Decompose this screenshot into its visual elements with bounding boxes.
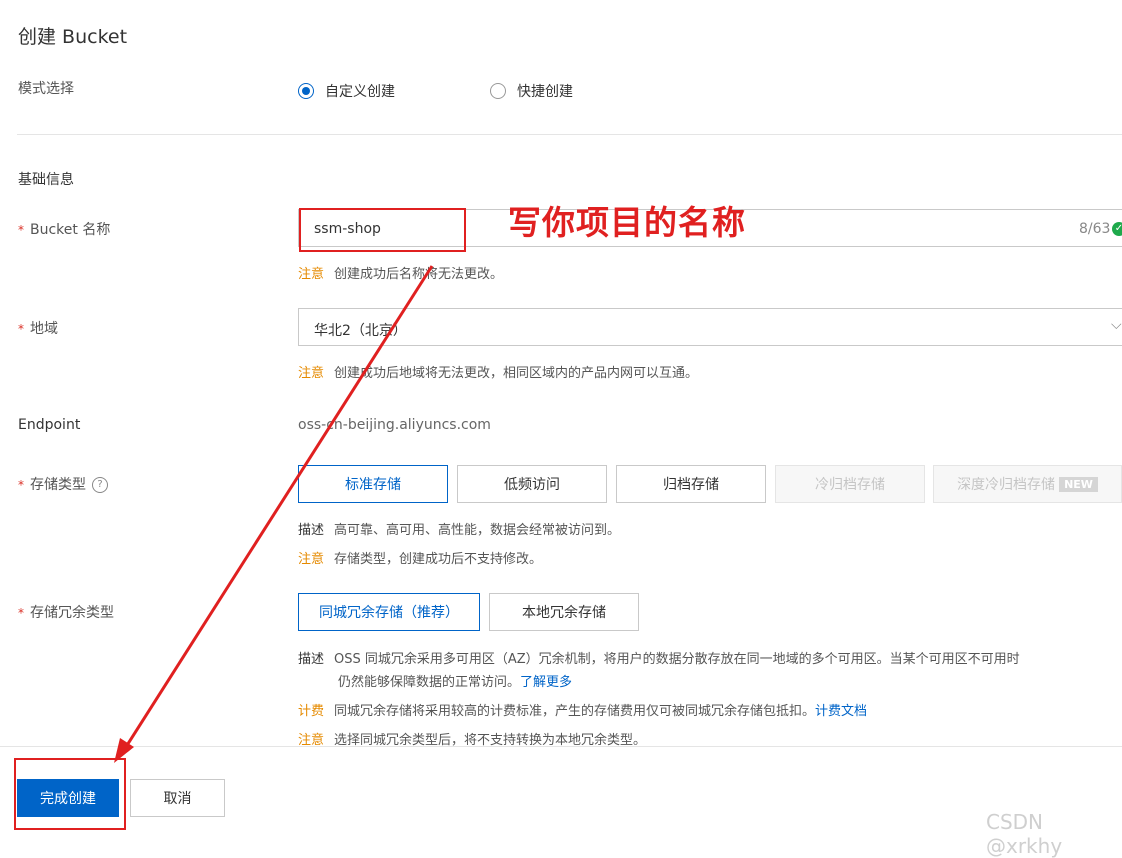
chevron-down-icon: ⌵	[1111, 317, 1122, 333]
region-value: 华北2（北京）	[314, 323, 407, 339]
storage-option-deep-cold-archive: 深度冷归档存储 NEW	[933, 465, 1122, 503]
annotation-box-name	[299, 208, 466, 252]
redundancy-option-zrs[interactable]: 同城冗余存储（推荐）	[298, 593, 480, 631]
radio-custom-create[interactable]: 自定义创建	[298, 81, 395, 101]
learn-more-link[interactable]: 了解更多	[520, 675, 572, 690]
check-circle-icon: ✓	[1112, 222, 1122, 236]
radio-custom-label: 自定义创建	[325, 84, 395, 100]
redundancy-billing: 计费 同城冗余存储将采用较高的计费标准，产生的存储费用仅可被同城冗余存储包抵扣。计…	[298, 704, 868, 719]
storage-class-label: 存储类型?	[18, 474, 108, 494]
redundancy-option-lrs[interactable]: 本地冗余存储	[489, 593, 639, 631]
region-label: 地域	[18, 318, 58, 338]
watermark: CSDN @xrkhy	[986, 810, 1063, 858]
redundancy-label: 存储冗余类型	[18, 602, 114, 622]
page-title: 创建 Bucket	[18, 26, 128, 48]
mode-label: 模式选择	[18, 81, 74, 97]
bucket-name-counter: 8/63	[1079, 221, 1111, 237]
storage-option-cold-archive: 冷归档存储	[775, 465, 925, 503]
annotation-text: 写你项目的名称	[508, 203, 746, 242]
billing-doc-link[interactable]: 计费文档	[815, 704, 867, 719]
redundancy-desc-line2: 仍然能够保障数据的正常访问。了解更多	[338, 675, 573, 690]
storage-class-note: 注意 存储类型，创建成功后不支持修改。	[298, 552, 543, 567]
storage-class-desc: 描述 高可靠、高可用、高性能，数据会经常被访问到。	[298, 523, 621, 538]
annotation-box-submit	[14, 758, 126, 830]
help-icon[interactable]: ?	[92, 477, 108, 493]
radio-unchecked-icon	[490, 83, 506, 99]
footer-divider	[0, 746, 1122, 747]
cancel-button[interactable]: 取消	[130, 779, 225, 817]
storage-option-ia[interactable]: 低频访问	[457, 465, 607, 503]
region-select[interactable]: 华北2（北京） ⌵	[298, 308, 1122, 346]
redundancy-desc-line1: 描述 OSS 同城冗余采用多可用区（AZ）冗余机制，将用户的数据分散存放在同一地域…	[298, 652, 1020, 667]
radio-checked-icon	[298, 83, 314, 99]
radio-quick-label: 快捷创建	[517, 84, 573, 100]
section-basic-info: 基础信息	[18, 172, 74, 188]
storage-option-standard[interactable]: 标准存储	[298, 465, 448, 503]
new-badge: NEW	[1059, 476, 1098, 492]
bucket-name-note: 注意 创建成功后名称将无法更改。	[298, 267, 504, 282]
radio-quick-create[interactable]: 快捷创建	[490, 81, 573, 101]
endpoint-label: Endpoint	[18, 417, 81, 433]
region-note: 注意 创建成功后地域将无法更改，相同区域内的产品内网可以互通。	[298, 366, 699, 381]
endpoint-value: oss-cn-beijing.aliyuncs.com	[298, 417, 491, 433]
divider	[17, 134, 1122, 135]
bucket-name-label: Bucket 名称	[18, 219, 110, 239]
storage-option-archive[interactable]: 归档存储	[616, 465, 766, 503]
